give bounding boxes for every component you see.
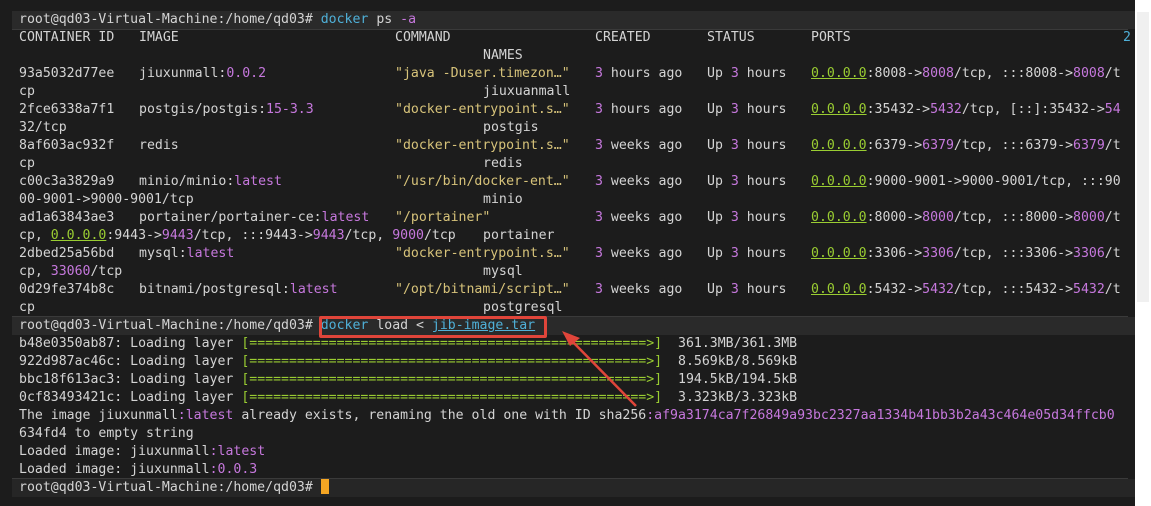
annotation-arrow — [562, 331, 637, 407]
terminal-window[interactable]: root@qd03-Virtual-Machine:/home/qd03# do… — [0, 0, 1135, 506]
scrollbar[interactable] — [1135, 0, 1151, 506]
scrollbar-thumb[interactable] — [1137, 12, 1149, 302]
